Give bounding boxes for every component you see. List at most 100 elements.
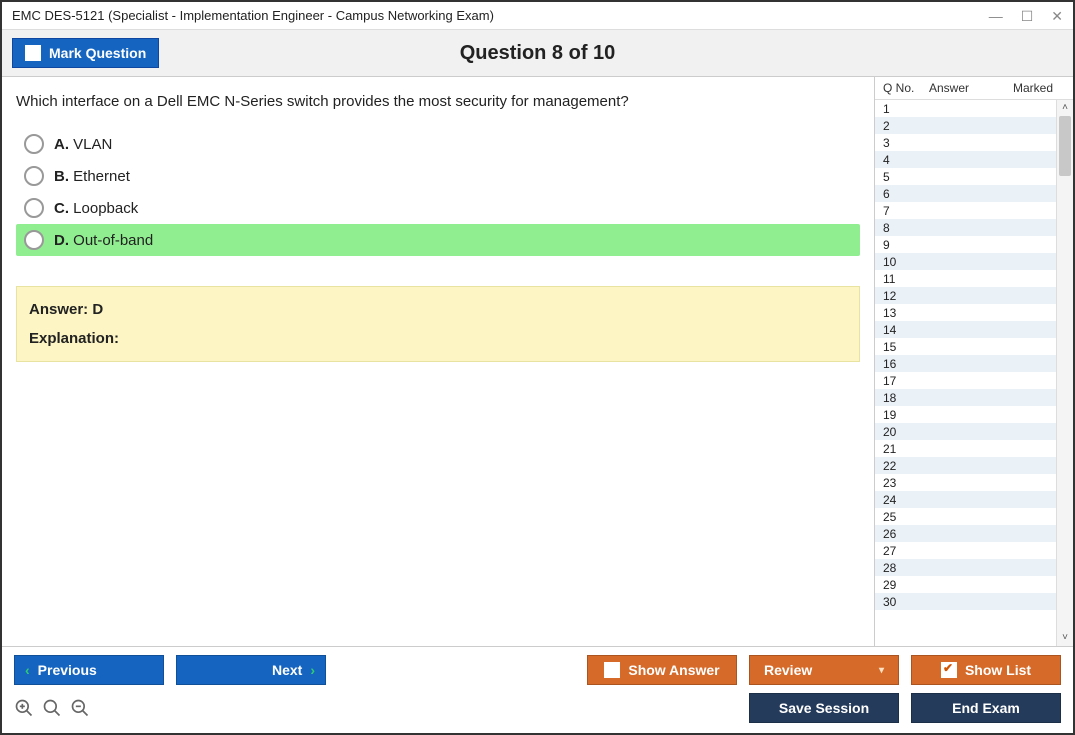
show-list-button[interactable]: Show List [911, 655, 1061, 685]
explanation-line: Explanation: [29, 330, 847, 347]
question-list-row[interactable]: 4 [875, 151, 1056, 168]
question-list-row[interactable]: 12 [875, 287, 1056, 304]
scroll-thumb[interactable] [1059, 116, 1071, 176]
chevron-down-icon: ▾ [879, 665, 884, 676]
show-answer-checkbox-icon [604, 662, 620, 678]
question-text: Which interface on a Dell EMC N-Series s… [16, 93, 860, 110]
question-panel: Which interface on a Dell EMC N-Series s… [2, 77, 874, 646]
col-qno: Q No. [883, 81, 929, 95]
option-row[interactable]: C. Loopback [16, 192, 860, 224]
mark-question-button[interactable]: Mark Question [12, 38, 159, 68]
show-answer-button[interactable]: Show Answer [587, 655, 737, 685]
question-list-row[interactable]: 1 [875, 100, 1056, 117]
footer: ‹ Previous Next › Show Answer Review ▾ S… [2, 646, 1073, 733]
question-list-row[interactable]: 9 [875, 236, 1056, 253]
question-list-panel: Q No. Answer Marked 12345678910111213141… [874, 77, 1073, 646]
answer-panel: Answer: D Explanation: [16, 286, 860, 362]
question-list-row[interactable]: 10 [875, 253, 1056, 270]
window-title: EMC DES-5121 (Specialist - Implementatio… [12, 8, 494, 23]
footer-row-1: ‹ Previous Next › Show Answer Review ▾ S… [14, 655, 1061, 685]
explanation-label: Explanation: [29, 330, 119, 347]
mark-checkbox-icon [25, 45, 41, 61]
window-controls: — ☐ ✕ [989, 9, 1063, 23]
question-list-row[interactable]: 3 [875, 134, 1056, 151]
question-list-row[interactable]: 18 [875, 389, 1056, 406]
col-answer: Answer [929, 81, 999, 95]
zoom-in-icon[interactable] [42, 698, 62, 718]
radio-icon[interactable] [24, 198, 44, 218]
scrollbar[interactable]: ˄ ˅ [1056, 100, 1073, 646]
question-list-row[interactable]: 30 [875, 593, 1056, 610]
review-dropdown[interactable]: Review ▾ [749, 655, 899, 685]
end-exam-label: End Exam [952, 700, 1020, 716]
radio-icon[interactable] [24, 230, 44, 250]
header-row: Mark Question Question 8 of 10 [2, 30, 1073, 77]
option-row[interactable]: A. VLAN [16, 128, 860, 160]
previous-label: Previous [38, 662, 97, 678]
end-exam-button[interactable]: End Exam [911, 693, 1061, 723]
question-list-header: Q No. Answer Marked [875, 77, 1073, 100]
next-label: Next [272, 662, 302, 678]
question-list-row[interactable]: 17 [875, 372, 1056, 389]
minimize-icon[interactable]: — [989, 9, 1003, 23]
footer-row-2: Save Session End Exam [14, 693, 1061, 723]
show-list-checkbox-icon [941, 662, 957, 678]
question-list-row[interactable]: 24 [875, 491, 1056, 508]
question-list-row[interactable]: 16 [875, 355, 1056, 372]
review-label: Review [764, 662, 812, 678]
option-text: D. Out-of-band [54, 232, 153, 249]
question-list-row[interactable]: 27 [875, 542, 1056, 559]
chevron-left-icon: ‹ [25, 662, 30, 678]
question-list-row[interactable]: 29 [875, 576, 1056, 593]
titlebar: EMC DES-5121 (Specialist - Implementatio… [2, 2, 1073, 30]
show-answer-label: Show Answer [628, 662, 719, 678]
show-list-label: Show List [965, 662, 1031, 678]
question-list-row[interactable]: 20 [875, 423, 1056, 440]
question-list-row[interactable]: 19 [875, 406, 1056, 423]
answer-label: Answer: [29, 301, 88, 318]
mark-question-label: Mark Question [49, 45, 146, 61]
options-list: A. VLAN B. Ethernet C. Loopback D. Out-of-b… [16, 128, 860, 256]
question-list-row[interactable]: 6 [875, 185, 1056, 202]
previous-button[interactable]: ‹ Previous [14, 655, 164, 685]
option-row[interactable]: D. Out-of-band [16, 224, 860, 256]
question-list-row[interactable]: 11 [875, 270, 1056, 287]
option-text: B. Ethernet [54, 168, 130, 185]
app-window: EMC DES-5121 (Specialist - Implementatio… [0, 0, 1075, 735]
question-counter: Question 8 of 10 [460, 42, 616, 65]
question-list-row[interactable]: 28 [875, 559, 1056, 576]
scroll-up-icon[interactable]: ˄ [1057, 100, 1073, 116]
question-list-row[interactable]: 23 [875, 474, 1056, 491]
question-list-row[interactable]: 14 [875, 321, 1056, 338]
close-icon[interactable]: ✕ [1051, 9, 1063, 23]
question-list-row[interactable]: 26 [875, 525, 1056, 542]
option-text: C. Loopback [54, 200, 138, 217]
chevron-right-icon: › [310, 662, 315, 678]
option-text: A. VLAN [54, 136, 112, 153]
zoom-out-icon[interactable] [70, 698, 90, 718]
question-list-row[interactable]: 15 [875, 338, 1056, 355]
question-list-row[interactable]: 22 [875, 457, 1056, 474]
question-list-row[interactable]: 2 [875, 117, 1056, 134]
save-session-button[interactable]: Save Session [749, 693, 899, 723]
next-button[interactable]: Next › [176, 655, 326, 685]
question-list-row[interactable]: 8 [875, 219, 1056, 236]
question-list-row[interactable]: 5 [875, 168, 1056, 185]
radio-icon[interactable] [24, 166, 44, 186]
answer-line: Answer: D [29, 301, 847, 318]
zoom-controls [14, 698, 90, 718]
body: Which interface on a Dell EMC N-Series s… [2, 77, 1073, 646]
question-list-row[interactable]: 7 [875, 202, 1056, 219]
answer-value: D [92, 301, 103, 318]
save-session-label: Save Session [779, 700, 869, 716]
question-list-row[interactable]: 13 [875, 304, 1056, 321]
option-row[interactable]: B. Ethernet [16, 160, 860, 192]
question-list-row[interactable]: 25 [875, 508, 1056, 525]
question-list-row[interactable]: 21 [875, 440, 1056, 457]
scroll-down-icon[interactable]: ˅ [1057, 630, 1073, 646]
question-list-wrap: 1234567891011121314151617181920212223242… [875, 100, 1073, 646]
maximize-icon[interactable]: ☐ [1021, 9, 1034, 23]
zoom-reset-icon[interactable] [14, 698, 34, 718]
radio-icon[interactable] [24, 134, 44, 154]
question-list: 1234567891011121314151617181920212223242… [875, 100, 1056, 646]
